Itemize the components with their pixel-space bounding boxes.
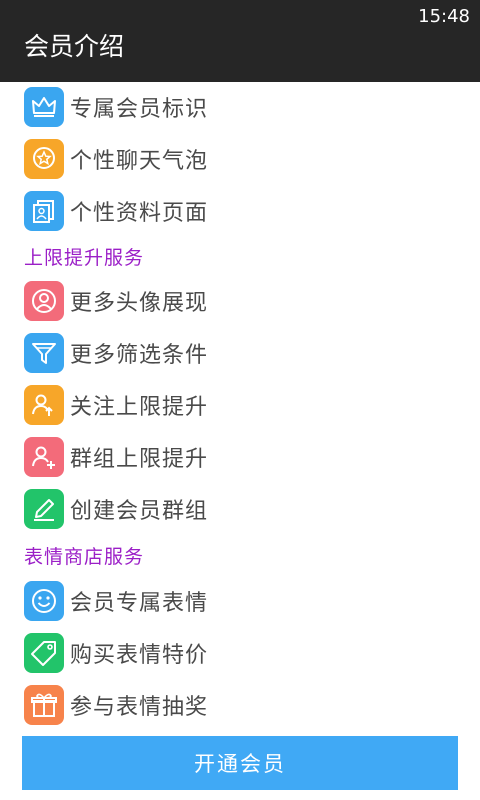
benefit-label: 专属会员标识 <box>70 97 209 122</box>
benefit-label: 购买表情特价 <box>70 643 209 668</box>
benefit-label: 更多头像展现 <box>70 291 209 316</box>
benefit-item-bubble[interactable]: 个性聊天气泡 <box>24 138 454 180</box>
section-title-stickers: 表情商店服务 <box>24 546 145 568</box>
app-header: 15:48 会员介绍 <box>0 0 480 82</box>
gift-icon <box>24 685 64 725</box>
benefit-label: 更多筛选条件 <box>70 343 209 368</box>
benefit-item-follow[interactable]: 关注上限提升 <box>24 384 454 426</box>
benefit-item-create-group[interactable]: 创建会员群组 <box>24 488 454 530</box>
bubble-star-icon <box>24 139 64 179</box>
benefit-item-stickers[interactable]: 会员专属表情 <box>24 580 454 622</box>
benefit-item-filters[interactable]: 更多筛选条件 <box>24 332 454 374</box>
benefit-item-profile[interactable]: 个性资料页面 <box>24 190 454 232</box>
benefits-list: 专属会员标识 个性聊天气泡 个性资料页面 上限提升服务 更多头像展现 更多筛选条… <box>0 82 480 732</box>
benefit-label: 群组上限提升 <box>70 447 209 472</box>
benefit-item-group-limit[interactable]: 群组上限提升 <box>24 436 454 478</box>
benefit-label: 关注上限提升 <box>70 395 209 420</box>
activate-membership-button[interactable]: 开通会员 <box>22 736 458 790</box>
benefit-label: 创建会员群组 <box>70 499 209 524</box>
benefit-item-avatars[interactable]: 更多头像展现 <box>24 280 454 322</box>
status-clock: 15:48 <box>418 6 470 27</box>
benefit-item-lottery[interactable]: 参与表情抽奖 <box>24 684 454 726</box>
benefit-label: 会员专属表情 <box>70 591 209 616</box>
benefit-label: 个性资料页面 <box>70 201 209 226</box>
section-title-limits: 上限提升服务 <box>24 247 145 269</box>
follow-up-icon <box>24 385 64 425</box>
benefit-item-badge[interactable]: 专属会员标识 <box>24 86 454 128</box>
avatar-icon <box>24 281 64 321</box>
benefit-label: 参与表情抽奖 <box>70 695 209 720</box>
price-tag-icon <box>24 633 64 673</box>
group-add-icon <box>24 437 64 477</box>
benefit-item-discount[interactable]: 购买表情特价 <box>24 632 454 674</box>
page-title: 会员介绍 <box>24 32 125 61</box>
pencil-icon <box>24 489 64 529</box>
benefit-label: 个性聊天气泡 <box>70 149 209 174</box>
profile-cards-icon <box>24 191 64 231</box>
filter-icon <box>24 333 64 373</box>
crown-icon <box>24 87 64 127</box>
smiley-icon <box>24 581 64 621</box>
